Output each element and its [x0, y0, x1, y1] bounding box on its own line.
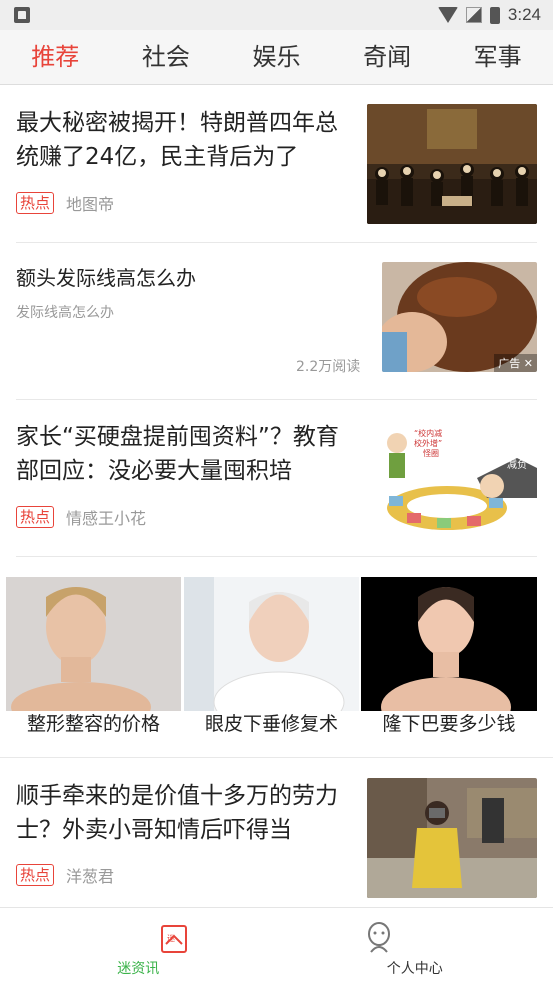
tab-recommend[interactable]: 推荐 — [0, 30, 111, 84]
wifi-icon — [438, 7, 458, 23]
news-title: 最大秘密被揭开！特朗普四年总统赚了24亿，民主背后为了 — [16, 106, 351, 174]
signal-icon — [466, 7, 482, 23]
ad-title: 额头发际线高怎么办 — [16, 262, 196, 291]
hot-badge: 热点 — [16, 192, 54, 214]
nav-news-label: 迷资讯 — [0, 958, 277, 978]
image-text: 减负 — [507, 458, 527, 471]
ad-label: 广告 ✕ — [494, 354, 537, 372]
category-tabs: 推荐 社会 娱乐 奇闻 军事 — [0, 30, 553, 85]
notification-icon — [14, 7, 30, 23]
ad-caption: 整形整容的价格 — [6, 709, 181, 736]
news-source: 洋葱君 — [66, 863, 114, 887]
news-title: 顺手牵来的是价值十多万的劳力士？外卖小哥知情后吓得当 — [16, 779, 351, 847]
tab-oddities[interactable]: 奇闻 — [332, 30, 443, 84]
bottom-nav: 迷 迷资讯 个人中心 — [0, 907, 553, 984]
news-source: 情感王小花 — [66, 505, 146, 529]
person-icon — [366, 922, 392, 954]
ad-thumbnail: 广告 ✕ — [382, 262, 537, 372]
news-item[interactable]: 最大秘密被揭开！特朗普四年总统赚了24亿，民主背后为了 热点 地图帝 — [16, 85, 537, 243]
ad-caption: 隆下巴要多少钱 — [361, 709, 537, 736]
ad-image — [361, 577, 537, 711]
image-text: 校外增” — [414, 438, 442, 448]
ad-subtitle: 发际线高怎么办 — [16, 302, 114, 322]
tab-military[interactable]: 军事 — [442, 30, 553, 84]
ad-image — [6, 577, 181, 711]
news-icon: 迷 — [160, 924, 188, 954]
tab-society[interactable]: 社会 — [111, 30, 222, 84]
news-thumbnail: “校内减 校外增” 怪圈 减负 — [367, 418, 537, 538]
status-time: 3:24 — [508, 5, 541, 25]
read-count: 2.2万阅读 — [296, 356, 360, 376]
image-text: 怪圈 — [423, 448, 439, 458]
battery-icon — [490, 7, 500, 24]
nav-news[interactable]: 迷 迷资讯 — [0, 908, 277, 984]
news-thumbnail — [367, 104, 537, 224]
nav-profile[interactable]: 个人中心 — [277, 908, 553, 984]
ad-image — [184, 577, 359, 711]
image-text: “校内减 — [414, 428, 442, 438]
status-bar: 3:24 — [0, 0, 553, 30]
news-item[interactable]: 顺手牵来的是价值十多万的劳力士？外卖小哥知情后吓得当 热点 洋葱君 — [16, 757, 537, 907]
hot-badge: 热点 — [16, 506, 54, 528]
news-title: 家长“买硬盘提前囤资料”？教育部回应：没必要大量囤积培 — [16, 420, 351, 488]
ad-item[interactable]: 额头发际线高怎么办 发际线高怎么办 2.2万阅读 广告 ✕ — [16, 242, 537, 400]
svg-text:迷: 迷 — [167, 933, 175, 943]
news-feed: 最大秘密被揭开！特朗普四年总统赚了24亿，民主背后为了 热点 地图帝 — [0, 85, 553, 907]
nav-profile-label: 个人中心 — [277, 958, 553, 978]
hot-badge: 热点 — [16, 864, 54, 886]
ad-caption: 眼皮下垂修复术 — [184, 709, 359, 736]
news-thumbnail — [367, 778, 537, 898]
news-item[interactable]: 家长“买硬盘提前囤资料”？教育部回应：没必要大量囤积培 热点 情感王小花 “校内… — [16, 399, 537, 557]
news-source: 地图帝 — [66, 191, 114, 215]
tab-entertainment[interactable]: 娱乐 — [221, 30, 332, 84]
ad-gallery[interactable]: 整形整容的价格 眼皮下垂修复术 隆下巴要多少钱 — [0, 577, 553, 758]
